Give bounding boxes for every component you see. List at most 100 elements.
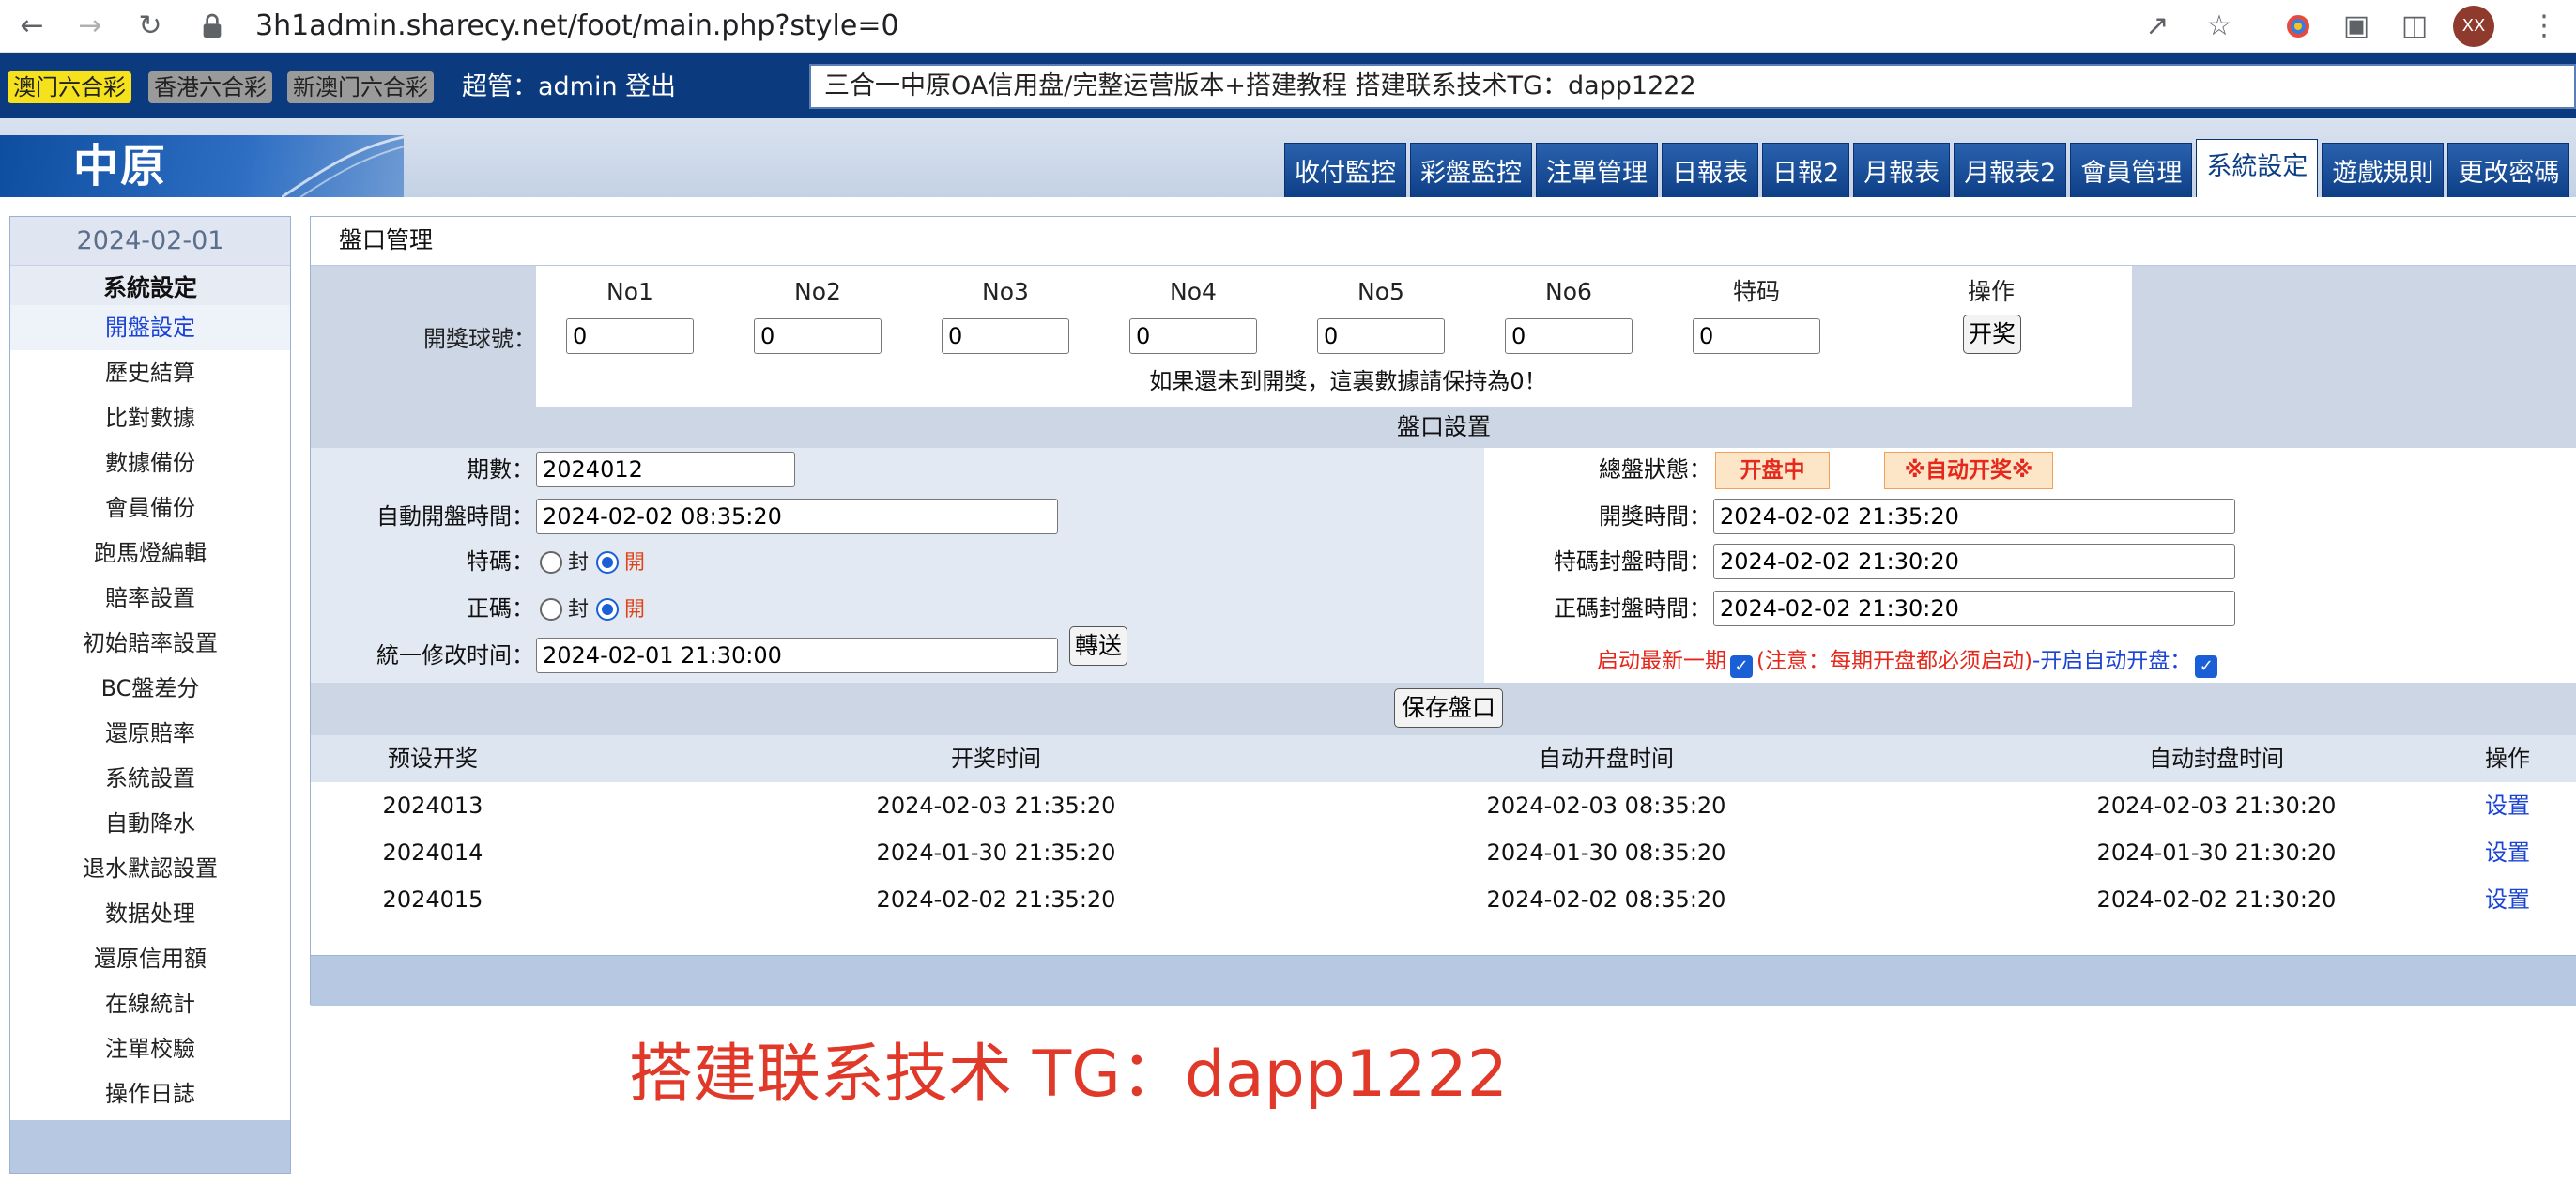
bookmark-star-icon[interactable]: ☆ (2200, 8, 2238, 45)
sidebar-footer (10, 1120, 290, 1173)
sidebar-item-system-settings[interactable]: 系統設置 (10, 756, 290, 801)
sidebar-item-member-backup[interactable]: 會員備份 (10, 485, 290, 531)
profile-avatar[interactable]: XX (2453, 6, 2494, 47)
set-link[interactable]: 设置 (2451, 876, 2564, 923)
address-bar[interactable]: 3h1admin.sharecy.net/foot/main.php?style… (255, 8, 899, 45)
draw-numbers-label: 開獎球號： (423, 326, 536, 352)
table-row: 2024015 2024-02-02 21:35:20 2024-02-02 0… (311, 876, 2576, 923)
cell-draw-time: 2024-01-30 21:35:20 (876, 839, 1116, 866)
period-input[interactable]: 2024012 (536, 452, 795, 487)
menu-game-rules[interactable]: 遊戲規則 (2322, 143, 2445, 197)
special-close-time-input[interactable]: 2024-02-02 21:30:20 (1713, 544, 2235, 579)
draw-numbers-section: 開獎球號： No1 No2 No3 No4 No5 No6 特码 操作 0 0 … (311, 266, 2576, 407)
regular-closed-radio[interactable] (540, 598, 562, 621)
back-arrow-icon[interactable]: ← (11, 6, 53, 47)
set-link[interactable]: 设置 (2451, 829, 2564, 876)
cell-period: 2024015 (382, 886, 483, 913)
panel-title: 盤口管理 (339, 226, 434, 254)
draw-time-label: 開獎時間： (1599, 503, 1711, 530)
menu-monthly-report-2[interactable]: 月報表2 (1954, 143, 2067, 197)
transfer-button[interactable]: 轉送 (1069, 626, 1127, 666)
cell-auto-close-time: 2024-02-02 21:30:20 (2096, 886, 2337, 913)
sidebar-item-open-settings[interactable]: 開盤設定 (10, 305, 290, 350)
sidebar-title: 系統設定 (10, 266, 290, 305)
header-no6: No6 (1545, 278, 1592, 305)
reload-icon[interactable]: ↻ (130, 6, 171, 47)
header-action: 操作 (1967, 278, 2015, 305)
ball-input-no3[interactable]: 0 (942, 318, 1069, 354)
auto-new-period-label: 启动最新一期 (1597, 649, 1726, 673)
sidebar-item-bet-verify[interactable]: 注單校驗 (10, 1026, 290, 1071)
sidebar-item-history-settlement[interactable]: 歷史結算 (10, 350, 290, 395)
sidebar-item-restore-odds[interactable]: 還原賠率 (10, 711, 290, 756)
ball-input-no1[interactable]: 0 (566, 318, 694, 354)
sidebar-item-auto-rebate[interactable]: 自動降水 (10, 801, 290, 846)
set-link[interactable]: 设置 (2451, 782, 2564, 829)
menu-system-settings[interactable]: 系統設定 (2196, 139, 2319, 197)
table-row: 2024013 2024-02-03 21:35:20 2024-02-03 0… (311, 782, 2576, 829)
sidebar-item-odds-settings[interactable]: 賠率設置 (10, 576, 290, 621)
sidebar-item-data-processing[interactable]: 数据处理 (10, 891, 290, 936)
ball-input-special[interactable]: 0 (1693, 318, 1820, 354)
logo-swoosh-icon (282, 135, 404, 197)
sidebar-item-data-backup[interactable]: 數據備份 (10, 440, 290, 485)
menu-lottery-monitor[interactable]: 彩盤監控 (1410, 143, 1532, 197)
auto-new-period-checkbox[interactable]: ✓ (1730, 655, 1753, 678)
regular-close-time-input[interactable]: 2024-02-02 21:30:20 (1713, 591, 2235, 626)
forward-arrow-icon[interactable]: → (69, 6, 111, 47)
draw-button[interactable]: 开奖 (1963, 315, 2021, 354)
sidebar-item-rebate-default[interactable]: 退水默認設置 (10, 846, 290, 891)
lock-icon[interactable] (197, 11, 227, 41)
special-closed-radio[interactable] (540, 551, 562, 574)
sidebar-item-marquee-edit[interactable]: 跑馬燈編輯 (10, 531, 290, 576)
auto-draw-badge: ※自动开奖※ (1884, 452, 2053, 489)
sidebar-item-bc-diff[interactable]: BC盤差分 (10, 666, 290, 711)
lottery-tab-macau[interactable]: 澳门六合彩 (8, 71, 131, 103)
header-no5: No5 (1357, 278, 1404, 305)
lottery-tab-new-macau[interactable]: 新澳门六合彩 (287, 71, 434, 103)
draw-time-input[interactable]: 2024-02-02 21:35:20 (1713, 499, 2235, 534)
save-market-button[interactable]: 保存盤口 (1394, 688, 1503, 728)
puzzle-extensions-icon[interactable]: ▣ (2338, 8, 2375, 45)
menu-bet-management[interactable]: 注單管理 (1536, 143, 1658, 197)
auto-open-checkbox[interactable]: ✓ (2195, 655, 2218, 678)
menu-member-management[interactable]: 會員管理 (2070, 143, 2193, 197)
sidebar-item-restore-credit[interactable]: 還原信用額 (10, 936, 290, 981)
side-panel-icon[interactable]: ◫ (2396, 8, 2433, 45)
share-icon[interactable]: ↗ (2139, 8, 2176, 45)
regular-code-label: 正碼： (467, 595, 534, 622)
special-open-radio[interactable] (596, 551, 619, 574)
ball-input-no2[interactable]: 0 (754, 318, 882, 354)
regular-close-time-label: 正碼封盤時間： (1554, 595, 1711, 622)
ball-input-no5[interactable]: 0 (1317, 318, 1445, 354)
watermark-text: 搭建联系技术 TG：dapp1222 (629, 1038, 1509, 1112)
ball-input-no6[interactable]: 0 (1505, 318, 1633, 354)
logout-link[interactable]: 登出 (625, 71, 676, 103)
menu-payment-monitor[interactable]: 收付監控 (1284, 143, 1406, 197)
regular-open-radio[interactable] (596, 598, 619, 621)
special-close-time-label: 特碼封盤時間： (1554, 548, 1711, 575)
sidebar-item-initial-odds[interactable]: 初始賠率設置 (10, 621, 290, 666)
unified-time-input[interactable]: 2024-02-01 21:30:00 (536, 638, 1058, 673)
menu-monthly-report[interactable]: 月報表 (1853, 143, 1951, 197)
settings-title: 盤口設置 (311, 407, 2576, 448)
sidebar-item-online-stats[interactable]: 在線統計 (10, 981, 290, 1026)
more-menu-icon[interactable]: ⋮ (2525, 8, 2563, 45)
sidebar-item-compare-data[interactable]: 比對數據 (10, 395, 290, 440)
sidebar-item-operation-log[interactable]: 操作日誌 (10, 1071, 290, 1116)
lottery-tab-hongkong[interactable]: 香港六合彩 (148, 71, 272, 103)
sidebar-date: 2024-02-01 (10, 217, 290, 266)
menu-change-password[interactable]: 更改密碼 (2447, 143, 2570, 197)
marquee-text: 三合一中原OA信用盘/完整运营版本+搭建教程 搭建联系技术TG：dapp1222 (824, 71, 1696, 100)
extension-colorwheel-icon[interactable] (2279, 8, 2317, 45)
auto-open-time-input[interactable]: 2024-02-02 08:35:20 (536, 499, 1058, 534)
ball-input-no4[interactable]: 0 (1129, 318, 1257, 354)
table-row: 2024014 2024-01-30 21:35:20 2024-01-30 0… (311, 829, 2576, 876)
menu-daily-report[interactable]: 日報表 (1662, 143, 1758, 197)
cell-period: 2024014 (382, 839, 483, 866)
auto-open-time-label: 自動開盤時間： (376, 503, 534, 530)
cell-auto-open-time: 2024-01-30 08:35:20 (1486, 839, 1726, 866)
menu-bar: 中原 收付監控 彩盤監控 注單管理 日報表 日報2 月報表 月報表2 會員管理 … (0, 118, 2576, 197)
menu-daily-report-2[interactable]: 日報2 (1762, 143, 1850, 197)
cell-auto-close-time: 2024-02-03 21:30:20 (2096, 793, 2337, 819)
